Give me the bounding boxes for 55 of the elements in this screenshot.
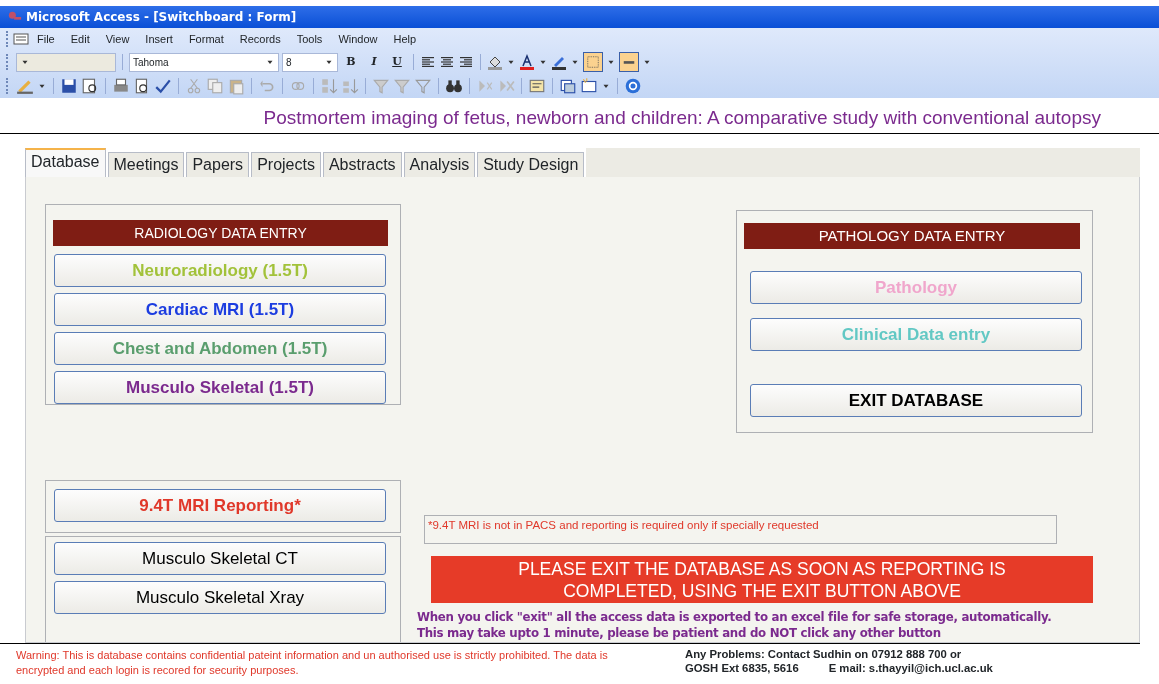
- menu-item[interactable]: Tools: [288, 30, 331, 48]
- exit-button[interactable]: EXIT DATABASE: [750, 384, 1082, 417]
- menu-item[interactable]: View: [97, 30, 138, 48]
- warning-text: Warning: This is database contains confidential pateint information and un authorised use is strictly prohibited. The data is encrypted and each login is recored for security purposes.: [15, 648, 609, 678]
- section-title: RADIOLOGY DATA ENTRY: [53, 220, 388, 246]
- properties-icon[interactable]: [528, 77, 546, 95]
- form-heading: Postmortem imaging of fetus, newborn and children: A comparative study with conventional autopsy: [0, 104, 1159, 134]
- tab[interactable]: Projects: [251, 152, 321, 177]
- switchboard-button[interactable]: 9.4T MRI Reporting*: [54, 489, 386, 522]
- spelling-icon[interactable]: [154, 77, 172, 95]
- contact-text: Any Problems: Contact Sudhin on 07912 888 700 or: [685, 647, 963, 661]
- contact-text: GOSH Ext 6835, 5616: [685, 661, 799, 675]
- tab[interactable]: Study Design: [477, 152, 585, 177]
- note-text: *9.4T MRI is not in PACS and reporting is required only if specially requested: [424, 515, 1057, 544]
- help-icon[interactable]: [624, 77, 642, 95]
- info-text: When you click "exit" all the access data is exported to an excel file for safe storage, automatically. This may take upto 1 minute, please be patient and do NOT click any other button: [417, 609, 1053, 641]
- paint-bucket-icon[interactable]: [487, 54, 503, 70]
- menu-item[interactable]: Window: [330, 30, 386, 48]
- form-icon[interactable]: [13, 31, 29, 47]
- switchboard-button[interactable]: Musculo Skeletal (1.5T): [54, 371, 386, 404]
- bold-button[interactable]: B: [341, 52, 361, 72]
- switchboard-button[interactable]: Musculo Skeletal CT: [54, 542, 386, 576]
- menu-item[interactable]: Edit: [62, 30, 98, 48]
- menu-item[interactable]: Format: [180, 30, 232, 48]
- align-left-icon[interactable]: [420, 54, 436, 70]
- tab[interactable]: Meetings: [107, 152, 185, 177]
- tab[interactable]: Abstracts: [322, 152, 402, 177]
- binoculars-icon[interactable]: [445, 77, 463, 95]
- tab[interactable]: Database: [25, 148, 106, 177]
- underline-button[interactable]: U: [387, 52, 407, 72]
- menu-item[interactable]: Insert: [137, 30, 181, 48]
- italic-button[interactable]: I: [364, 52, 384, 72]
- align-center-icon[interactable]: [439, 54, 455, 70]
- save-icon[interactable]: [60, 77, 78, 95]
- pen-icon[interactable]: [551, 54, 567, 70]
- switchboard-button[interactable]: Musculo Skeletal Xray: [54, 581, 386, 615]
- menu-item[interactable]: Help: [385, 30, 425, 48]
- font-color-icon[interactable]: [519, 54, 535, 70]
- section-title: PATHOLOGY DATA ENTRY: [744, 223, 1080, 249]
- warning-banner: PLEASE EXIT THE DATABASE AS SOON AS REPORTING IS COMPLETED, USING THE EXIT BUTTON ABOVE: [431, 556, 1093, 603]
- switchboard-button[interactable]: Cardiac MRI (1.5T): [54, 293, 386, 326]
- email-text: E mail: s.thayyil@ich.ucl.ac.uk: [828, 661, 993, 675]
- tab[interactable]: Papers: [186, 152, 250, 177]
- new-object-icon[interactable]: [580, 77, 598, 95]
- tab[interactable]: Analysis: [403, 152, 476, 177]
- search-icon[interactable]: [81, 77, 99, 95]
- menu-item[interactable]: File: [29, 30, 63, 48]
- print-icon[interactable]: [112, 77, 130, 95]
- window-title: Microsoft Access - [Switchboard : Form]: [26, 10, 297, 24]
- ruler-pencil-icon[interactable]: [16, 77, 34, 95]
- database-window-icon[interactable]: [559, 77, 577, 95]
- align-right-icon[interactable]: [458, 54, 474, 70]
- font-combo[interactable]: Tahoma: [129, 52, 279, 72]
- size-combo[interactable]: 8: [282, 52, 338, 72]
- menu-item[interactable]: Records: [231, 30, 289, 48]
